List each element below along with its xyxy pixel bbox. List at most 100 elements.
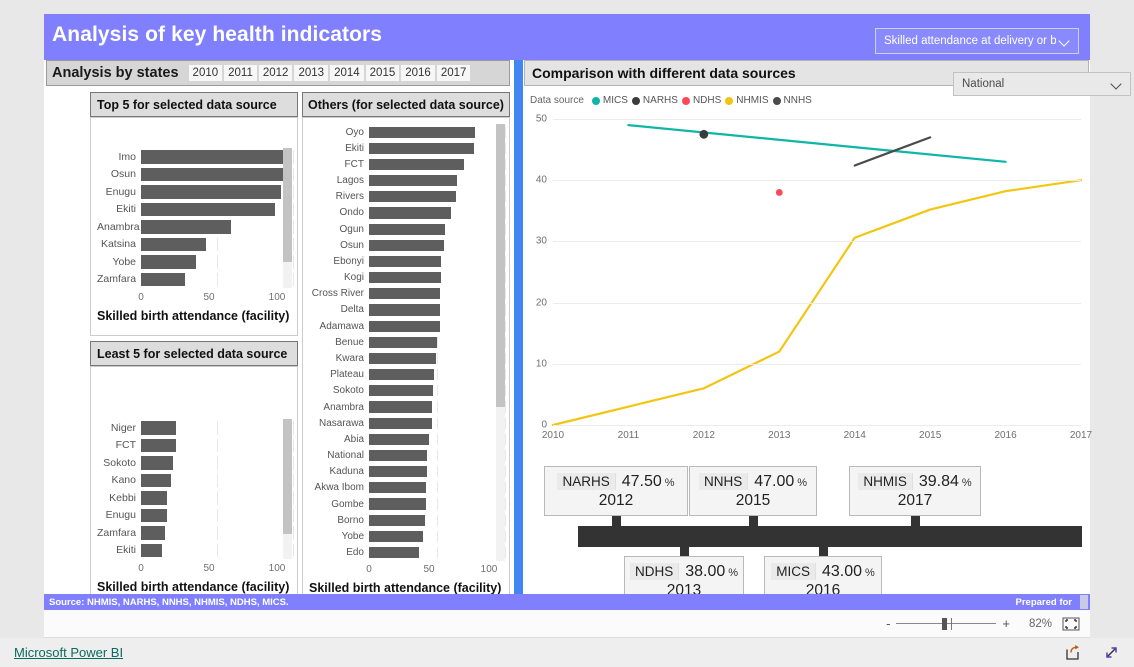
bar-gridline	[437, 514, 438, 526]
kpi-card-narhs[interactable]: NARHS 47.50% 2012	[544, 466, 688, 516]
others-scrollbar[interactable]	[496, 124, 505, 561]
canvas-vertical-scrollbar[interactable]	[514, 60, 523, 594]
bar-row[interactable]: Oyo	[309, 124, 506, 140]
bar-row[interactable]: Katsina	[97, 236, 294, 254]
bar-row[interactable]: Benue	[309, 334, 506, 350]
region-slicer-dropdown[interactable]: National	[953, 72, 1131, 96]
bar-track	[369, 272, 506, 284]
bar-row[interactable]: Lagos	[309, 173, 506, 189]
bar-row[interactable]: Plateau	[309, 367, 506, 383]
fullscreen-icon[interactable]	[1103, 644, 1120, 661]
power-bi-brand-link[interactable]: Microsoft Power BI	[14, 645, 123, 660]
top5-scrollbar[interactable]	[283, 148, 292, 288]
bar-row[interactable]: Zamfara	[97, 524, 294, 542]
bar-category-label: Ekiti	[116, 544, 136, 557]
bar-row[interactable]: Delta	[309, 302, 506, 318]
year-slicer[interactable]: 2010 2011 2012 2013 2014 2015 2016 2017	[188, 65, 471, 81]
bar-row[interactable]: Ondo	[309, 205, 506, 221]
zoom-out-button[interactable]: -	[882, 616, 894, 631]
bar-row[interactable]: Anambra	[97, 218, 294, 236]
legend-label: NHMIS	[736, 95, 769, 106]
bar-row[interactable]: Abia	[309, 431, 506, 447]
bar-gridline	[293, 508, 294, 522]
bar-row[interactable]: Kwara	[309, 350, 506, 366]
bar-gridline	[293, 421, 294, 435]
bar-row[interactable]: Gombe	[309, 496, 506, 512]
bar-row[interactable]: Zamfara	[97, 271, 294, 289]
zoom-slider-thumb[interactable]	[942, 617, 948, 630]
bar-row[interactable]: Ebonyi	[309, 253, 506, 269]
year-button-2011[interactable]: 2011	[224, 65, 257, 81]
bar-row[interactable]: Niger	[97, 419, 294, 437]
bar-row[interactable]: Kano	[97, 472, 294, 490]
bar-row[interactable]: Imo	[97, 148, 294, 166]
year-button-2017[interactable]: 2017	[436, 65, 471, 81]
bar-row[interactable]: Ogun	[309, 221, 506, 237]
year-button-2013[interactable]: 2013	[294, 65, 329, 81]
year-button-2015[interactable]: 2015	[365, 65, 400, 81]
bar-row[interactable]: Enugu	[97, 507, 294, 525]
legend-item-narhs[interactable]: NARHS	[631, 95, 678, 106]
bar-track	[369, 369, 506, 381]
top5-chart[interactable]: Imo Osun Enugu Ekiti Anambra Katsina Yobe Zamfa…	[90, 117, 298, 336]
zoom-in-button[interactable]: +	[998, 616, 1014, 631]
bar-row[interactable]: Kaduna	[309, 464, 506, 480]
share-icon[interactable]	[1064, 644, 1081, 661]
legend-item-ndhs[interactable]: NDHS	[681, 95, 721, 106]
bar-fill	[141, 237, 207, 251]
bar-row[interactable]: Adamawa	[309, 318, 506, 334]
legend-label: NARHS	[642, 95, 678, 106]
bar-row[interactable]: Enugu	[97, 183, 294, 201]
fit-to-page-icon[interactable]	[1062, 617, 1080, 631]
zoom-percentage: 82%	[1028, 617, 1052, 630]
bar-gridline	[437, 498, 438, 510]
year-button-2012[interactable]: 2012	[258, 65, 293, 81]
bar-row[interactable]: Yobe	[309, 528, 506, 544]
bar-row[interactable]: Ekiti	[97, 542, 294, 560]
least5-chart[interactable]: Niger FCT Sokoto Kano Kebbi Enugu Zamfara Ekiti…	[90, 366, 298, 594]
bar-row[interactable]: Ekiti	[97, 201, 294, 219]
zoom-slider[interactable]	[896, 617, 997, 631]
legend-item-nnhs[interactable]: NNHS	[772, 95, 812, 106]
bar-fill	[369, 385, 433, 397]
bar-category-label: Kwara	[335, 352, 364, 364]
year-button-2016[interactable]: 2016	[401, 65, 435, 81]
kpi-card-nnhs[interactable]: NNHS 47.00% 2015	[689, 466, 817, 516]
bar-row[interactable]: FCT	[309, 156, 506, 172]
bar-track	[141, 438, 294, 452]
least5-scrollbar[interactable]	[283, 419, 292, 559]
bar-row[interactable]: Osun	[97, 166, 294, 184]
comparison-line-chart[interactable]: Data source MICS NARHS NDHS NHMIS NNHS 0 10 20…	[524, 87, 1092, 457]
bar-row[interactable]: Rivers	[309, 189, 506, 205]
bar-gridline	[217, 491, 218, 505]
bar-row[interactable]: Cross River	[309, 286, 506, 302]
others-chart[interactable]: Oyo Ekiti FCT Lagos Rivers Ondo Ogun Osun Ebonyi…	[302, 117, 510, 595]
bar-row[interactable]: Sokoto	[309, 383, 506, 399]
bar-row[interactable]: Borno	[309, 512, 506, 528]
bar-row[interactable]: Ekiti	[309, 140, 506, 156]
kpi-value: 38.00	[685, 562, 726, 580]
bar-gridline	[505, 223, 506, 235]
year-button-2014[interactable]: 2014	[330, 65, 364, 81]
indicator-slicer-dropdown[interactable]: Skilled attendance at delivery or bi...	[875, 28, 1079, 54]
bar-row[interactable]: Sokoto	[97, 454, 294, 472]
bar-row[interactable]: Anambra	[309, 399, 506, 415]
bar-category-label: Gombe	[331, 498, 364, 510]
bar-row[interactable]: Osun	[309, 237, 506, 253]
legend-item-nhmis[interactable]: NHMIS	[725, 95, 769, 106]
bar-row[interactable]: Kogi	[309, 270, 506, 286]
bar-row[interactable]: Akwa Ibom	[309, 480, 506, 496]
bar-row[interactable]: Edo	[309, 544, 506, 560]
bar-fill	[141, 543, 163, 557]
bar-category-label: Yobe	[341, 530, 364, 542]
year-button-2010[interactable]: 2010	[188, 65, 223, 81]
kpi-card-nhmis[interactable]: NHMIS 39.84% 2017	[849, 466, 981, 516]
bar-row[interactable]: Nasarawa	[309, 415, 506, 431]
line-chart-plot-area: 0 10 20 30 40 50 2010 2011 2012 2013 2014 2015 2016 2…	[536, 114, 1092, 442]
bar-row[interactable]: Kebbi	[97, 489, 294, 507]
bar-row[interactable]: FCT	[97, 437, 294, 455]
bar-row[interactable]: National	[309, 447, 506, 463]
bar-track	[369, 433, 506, 445]
legend-item-mics[interactable]: MICS	[591, 95, 628, 106]
bar-row[interactable]: Yobe	[97, 253, 294, 271]
